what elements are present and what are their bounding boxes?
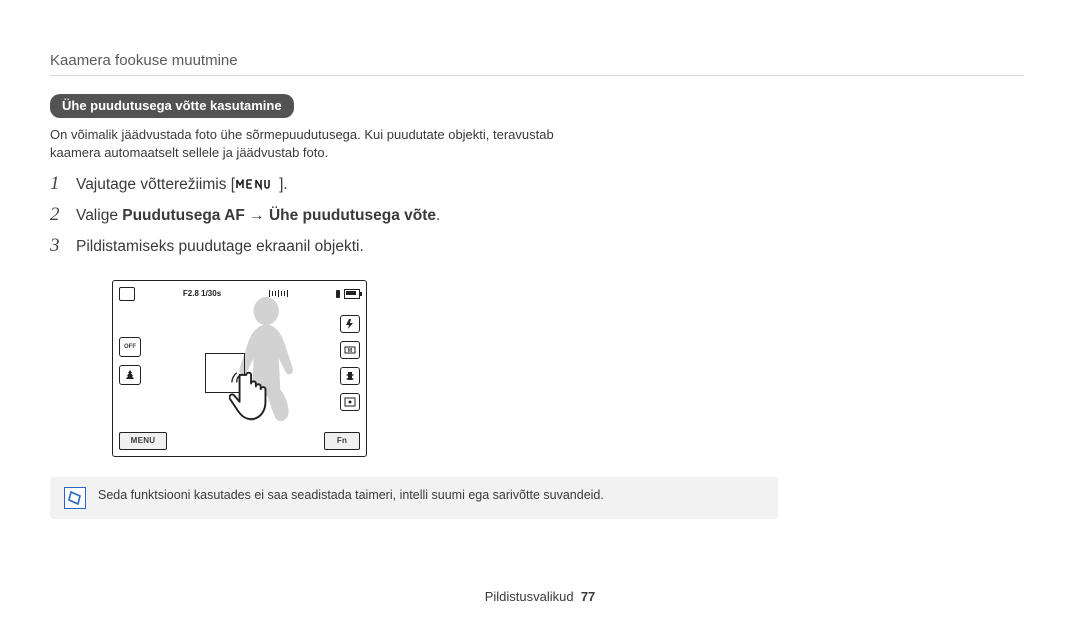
camera-fn-button[interactable]: Fn [324,432,360,450]
step-2: Valige Puudutusega AF → Ühe puudutusega … [50,202,570,233]
battery-icon [344,289,360,299]
left-overlay-icon-2 [119,365,141,385]
intro-text: On võimalik jäädvustada foto ühe sõrmepu… [50,126,570,161]
flash-icon [340,315,360,333]
camera-menu-button[interactable]: MENU [119,432,167,450]
mode-icon [119,287,135,301]
steps-list: Vajutage võtterežiimis []. Valige Puudut… [50,171,570,264]
step-1-pre: Vajutage võtterežiimis [ [76,176,235,193]
off-badge: OFF [124,344,136,350]
size-icon: M [340,341,360,359]
menu-icon [235,177,279,191]
page-number: 77 [581,589,595,604]
left-overlay-icon-1: OFF [119,337,141,357]
stabilize-icon [340,367,360,385]
step-2-bold-1: Puudutusega AF [122,207,245,224]
page-title: Kaamera fookuse muutmine [50,52,1024,69]
step-2-arrow: → [245,207,269,224]
step-1-post: ]. [279,176,288,193]
section-pill: Ühe puudutusega võtte kasutamine [50,94,294,118]
signal-icon [336,290,340,298]
step-1: Vajutage võtterežiimis []. [50,171,570,202]
note-text: Seda funktsiooni kasutades ei saa seadis… [98,487,604,504]
step-2-bold-2: Ühe puudutusega võte [269,207,436,224]
note-icon [64,487,86,509]
hand-touch-icon [229,369,277,423]
step-2-pre: Valige [76,207,122,224]
note-box: Seda funktsiooni kasutades ei saa seadis… [50,477,778,519]
meter-icon [340,393,360,411]
footer: Pildistusvalikud 77 [0,589,1080,604]
svg-text:M: M [348,348,352,354]
divider [50,75,1024,76]
step-2-post: . [436,207,440,224]
footer-label: Pildistusvalikud [485,589,574,604]
step-3: Pildistamiseks puudutage ekraanil objekt… [50,233,570,264]
camera-mockup: F2.8 1/30s [112,280,1024,457]
